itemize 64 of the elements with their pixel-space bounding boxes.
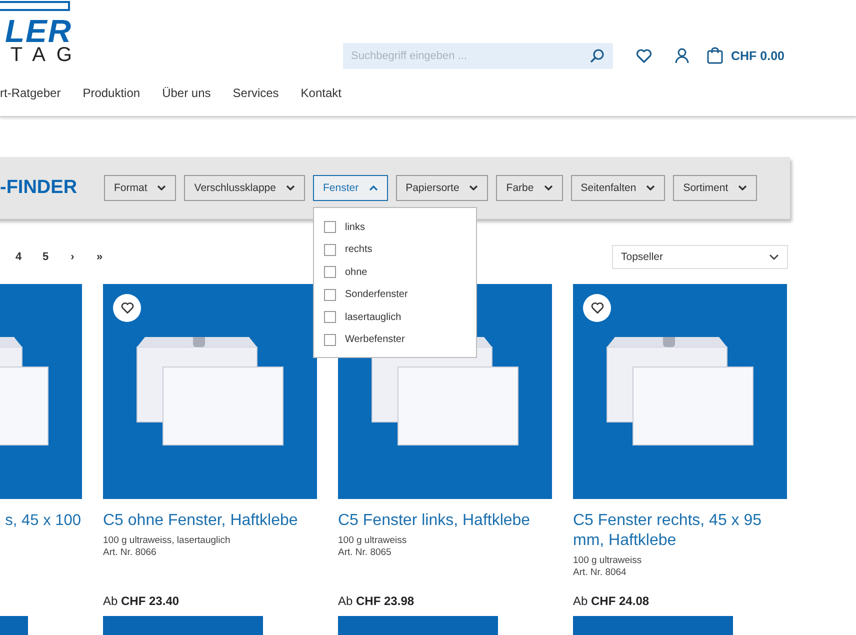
filter-option[interactable]: links bbox=[314, 216, 476, 238]
page-link[interactable]: » bbox=[93, 251, 106, 263]
filter-dropdown[interactable]: Sortiment bbox=[673, 175, 758, 201]
filter-dropdown[interactable]: Verschlussklappe bbox=[184, 175, 305, 201]
nav-link[interactable]: Über uns bbox=[162, 86, 211, 100]
nav-link[interactable]: Produktion bbox=[82, 86, 140, 100]
product-title[interactable]: s, 45 x 100 bbox=[0, 511, 82, 531]
filter-option[interactable]: Sonderfenster bbox=[314, 284, 476, 306]
search-field[interactable]: Suchbegriff eingeben ... bbox=[343, 42, 613, 68]
search-icon[interactable] bbox=[589, 48, 605, 64]
article-number: Art. Nr. 8065 bbox=[338, 547, 392, 559]
page-link[interactable]: 5 bbox=[39, 251, 52, 263]
checkbox[interactable] bbox=[324, 334, 336, 346]
product-price: Ab CHF 24.08 bbox=[573, 594, 650, 608]
logo[interactable]: LER TAG bbox=[0, 0, 72, 78]
cart-total[interactable]: CHF 0.00 bbox=[731, 48, 784, 62]
checkbox[interactable] bbox=[324, 221, 336, 234]
checkbox[interactable] bbox=[324, 266, 336, 278]
product-title[interactable]: C5 Fenster links, Haftklebe bbox=[338, 511, 552, 531]
caret-icon bbox=[469, 185, 478, 191]
nav-link[interactable]: rt-Ratgeber bbox=[0, 86, 61, 100]
favorite-button[interactable] bbox=[583, 294, 611, 322]
nav-link[interactable]: Kontakt bbox=[300, 86, 342, 100]
chevron-down-icon bbox=[769, 254, 779, 260]
article-number: Art. Nr. 8066 bbox=[103, 547, 158, 559]
product-title[interactable]: C5 Fenster rechts, 45 x 95 mm, Haftklebe bbox=[573, 511, 787, 551]
checkbox[interactable] bbox=[324, 244, 336, 256]
product-image[interactable] bbox=[103, 284, 317, 499]
page-link[interactable]: › bbox=[66, 251, 79, 263]
filter-option[interactable]: rechts bbox=[314, 238, 476, 261]
product-description: 100 g ultraweiss, lasertauglich bbox=[103, 535, 232, 547]
caret-icon bbox=[286, 185, 295, 191]
shopping-bag-icon[interactable] bbox=[707, 47, 723, 64]
heart-icon bbox=[120, 302, 134, 314]
finder-title: -FINDER bbox=[0, 177, 78, 199]
filter-dropdown[interactable]: Format bbox=[104, 175, 176, 201]
product-description: 100 g ultraweiss bbox=[573, 555, 643, 567]
article-number: Art. Nr. 8064 bbox=[573, 567, 628, 579]
caret-icon bbox=[738, 185, 748, 191]
sort-select[interactable]: Topseller bbox=[612, 245, 788, 269]
caret-icon bbox=[544, 185, 553, 191]
caret-icon bbox=[157, 185, 166, 191]
user-icon[interactable] bbox=[675, 48, 689, 64]
filter-dropdown[interactable]: Papiersorte bbox=[396, 175, 488, 201]
favorite-button[interactable] bbox=[113, 294, 141, 322]
nav-link[interactable]: Services bbox=[232, 86, 279, 100]
checkbox[interactable] bbox=[324, 311, 336, 324]
checkbox[interactable] bbox=[324, 288, 336, 301]
filter-dropdown[interactable]: Farbe bbox=[496, 175, 563, 201]
heart-icon[interactable] bbox=[636, 48, 652, 62]
product-price: Ab CHF 23.40 bbox=[103, 594, 180, 608]
product-price: Ab CHF 23.98 bbox=[338, 594, 414, 608]
product-description: 100 g ultraweiss bbox=[338, 535, 408, 547]
filter-dropdown[interactable]: Fenster bbox=[312, 175, 388, 201]
heart-icon bbox=[590, 302, 604, 314]
filter-dropdown[interactable]: Seitenfalten bbox=[570, 175, 666, 201]
caret-icon bbox=[646, 185, 656, 191]
product-title[interactable]: C5 ohne Fenster, Haftklebe bbox=[103, 511, 317, 531]
page-link[interactable]: 4 bbox=[12, 251, 25, 263]
product-image[interactable] bbox=[573, 284, 787, 499]
filter-option[interactable]: Werbefenster bbox=[314, 328, 476, 351]
filter-option[interactable]: ohne bbox=[314, 261, 476, 284]
caret-icon bbox=[368, 185, 378, 191]
filter-option[interactable]: lasertauglich bbox=[314, 306, 476, 328]
